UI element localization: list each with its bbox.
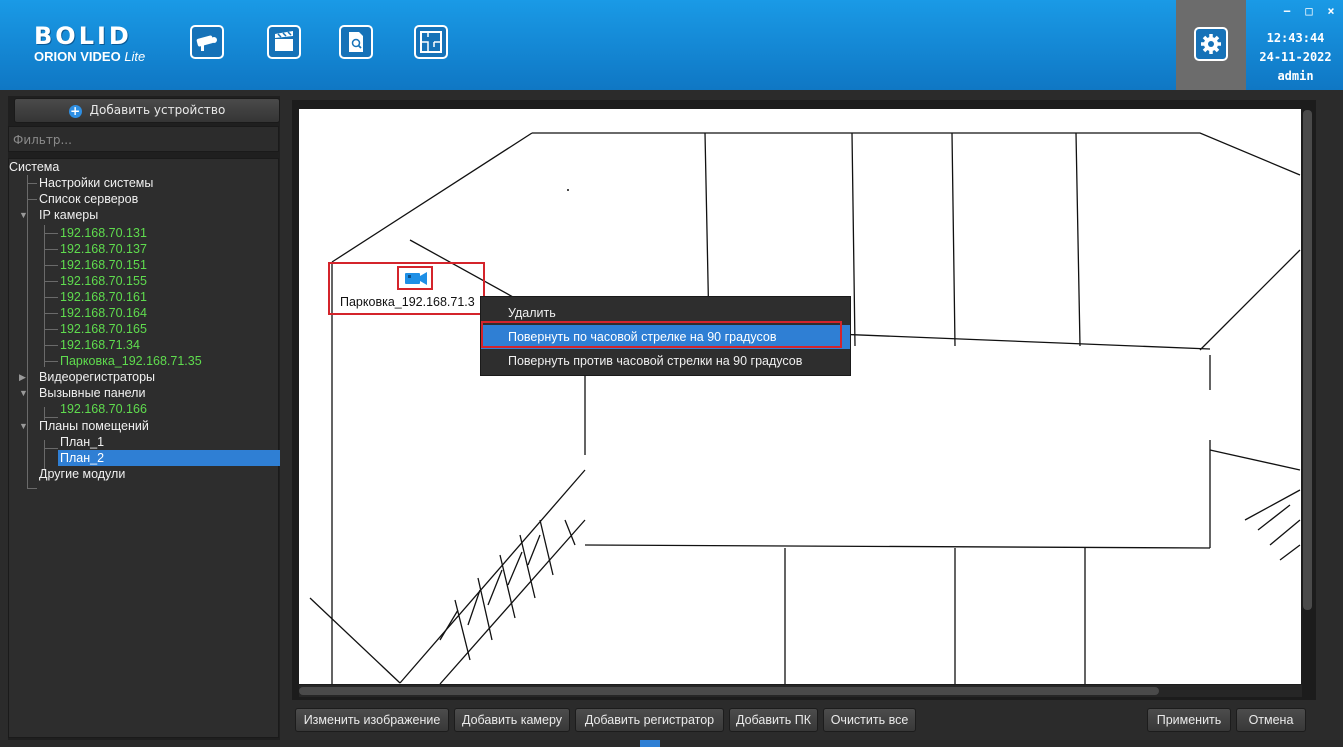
plus-icon: +: [68, 104, 82, 118]
apply-button[interactable]: Применить: [1147, 708, 1231, 732]
app-header: BOLID ORION VIDEO Lite − □ × 12:43:44 24…: [0, 0, 1343, 90]
tree-line: [44, 249, 58, 250]
tree-camera-item[interactable]: 192.168.70.161: [60, 289, 147, 305]
tree-line: [44, 361, 58, 362]
tree-camera-item[interactable]: Парковка_192.168.71.35: [60, 353, 202, 369]
add-pc-button[interactable]: Добавить ПК: [729, 708, 818, 732]
bolid-logo: BOLID ORION VIDEO Lite: [34, 22, 146, 66]
tree-item-call-panels[interactable]: Вызывные панели: [39, 385, 145, 401]
add-device-button[interactable]: + Добавить устройство: [14, 98, 280, 123]
tree-camera-item[interactable]: 192.168.70.155: [60, 273, 147, 289]
maximize-icon[interactable]: □: [1301, 4, 1317, 18]
clear-all-button[interactable]: Очистить все: [823, 708, 916, 732]
tree-plan-item-selected[interactable]: План_2: [58, 450, 280, 466]
status-panel: − □ × 12:43:44 24-11-2022 admin: [1248, 0, 1343, 90]
logo-sub-main: ORION VIDEO: [34, 49, 121, 64]
tree-line: [44, 345, 58, 346]
tree-camera-item[interactable]: 192.168.70.131: [60, 225, 147, 241]
tree-camera-item[interactable]: 192.168.70.151: [60, 257, 147, 273]
add-camera-button[interactable]: Добавить камеру: [454, 708, 570, 732]
collapse-arrow-icon[interactable]: ▶: [19, 369, 26, 385]
camera-tool-icon[interactable]: [190, 25, 224, 59]
tree-line: [44, 297, 58, 298]
tree-item-other-modules[interactable]: Другие модули: [39, 466, 125, 482]
tree-root-system[interactable]: Система: [9, 159, 59, 175]
tree-call-panel-item[interactable]: 192.168.70.166: [60, 401, 147, 417]
menu-item-rotate-counterclockwise[interactable]: Повернуть против часовой стрелки на 90 г…: [481, 349, 850, 373]
tree-line: [44, 281, 58, 282]
tree-line: [44, 448, 58, 449]
tree-item-ip-cameras[interactable]: IP камеры: [39, 207, 98, 223]
tree-plan-item[interactable]: План_1: [60, 434, 104, 450]
taskbar-indicator: [640, 740, 660, 747]
cancel-button[interactable]: Отмена: [1236, 708, 1306, 732]
plan-editor-frame: [292, 100, 1316, 700]
tree-line: [27, 488, 37, 489]
floor-plan-tool-icon[interactable]: [414, 25, 448, 59]
tree-item-server-list[interactable]: Список серверов: [39, 191, 138, 207]
expand-arrow-icon[interactable]: ▼: [19, 418, 28, 434]
settings-area: [1176, 0, 1246, 90]
window-controls: − □ ×: [1279, 4, 1339, 18]
clock-date: 24-11-2022: [1259, 50, 1332, 64]
logo-main-text: BOLID: [34, 22, 132, 50]
floor-plan-canvas[interactable]: [299, 109, 1301, 684]
tree-camera-item[interactable]: 192.168.71.34: [60, 337, 140, 353]
current-user: admin: [1277, 69, 1314, 83]
tree-camera-item[interactable]: 192.168.70.137: [60, 241, 147, 257]
clapper-tool-icon[interactable]: [267, 25, 301, 59]
camera-label: Парковка_192.168.71.3: [340, 295, 475, 309]
tree-item-system-settings[interactable]: Настройки системы: [39, 175, 153, 191]
tree-item-recorders[interactable]: Видеорегистраторы: [39, 369, 155, 385]
add-device-label: Добавить устройство: [89, 103, 226, 117]
device-sidebar: + Добавить устройство Фильтр... Система Н…: [8, 96, 280, 740]
camera-icon[interactable]: [405, 272, 427, 285]
tree-item-floor-plans[interactable]: Планы помещений: [39, 418, 149, 434]
tree-camera-item[interactable]: 192.168.70.165: [60, 321, 147, 337]
tree-line: [44, 233, 58, 234]
filter-input[interactable]: Фильтр...: [8, 126, 279, 152]
logo-sub-italic: Lite: [124, 49, 146, 64]
device-tree: Система Настройки системы Список серверо…: [8, 158, 280, 738]
expand-arrow-icon[interactable]: ▼: [19, 385, 28, 401]
floor-plan-drawing: [309, 132, 1301, 684]
clock-time: 12:43:44: [1266, 31, 1325, 45]
close-icon[interactable]: ×: [1323, 4, 1339, 18]
tree-camera-item[interactable]: 192.168.70.164: [60, 305, 147, 321]
logo-sub-text: ORION VIDEO Lite: [34, 50, 146, 64]
vertical-scrollbar[interactable]: [1303, 110, 1312, 610]
tree-line: [44, 313, 58, 314]
add-recorder-button[interactable]: Добавить регистратор: [575, 708, 724, 732]
tree-line: [27, 183, 37, 184]
tree-line: [27, 199, 37, 200]
tree-line: [44, 265, 58, 266]
tree-line: [44, 329, 58, 330]
minimize-icon[interactable]: −: [1279, 4, 1295, 18]
expand-arrow-icon[interactable]: ▼: [19, 207, 28, 223]
menu-item-highlight-frame: [481, 321, 842, 348]
gear-icon[interactable]: [1194, 27, 1228, 61]
document-search-tool-icon[interactable]: [339, 25, 373, 59]
change-image-button[interactable]: Изменить изображение: [295, 708, 449, 732]
horizontal-scrollbar[interactable]: [299, 687, 1159, 695]
